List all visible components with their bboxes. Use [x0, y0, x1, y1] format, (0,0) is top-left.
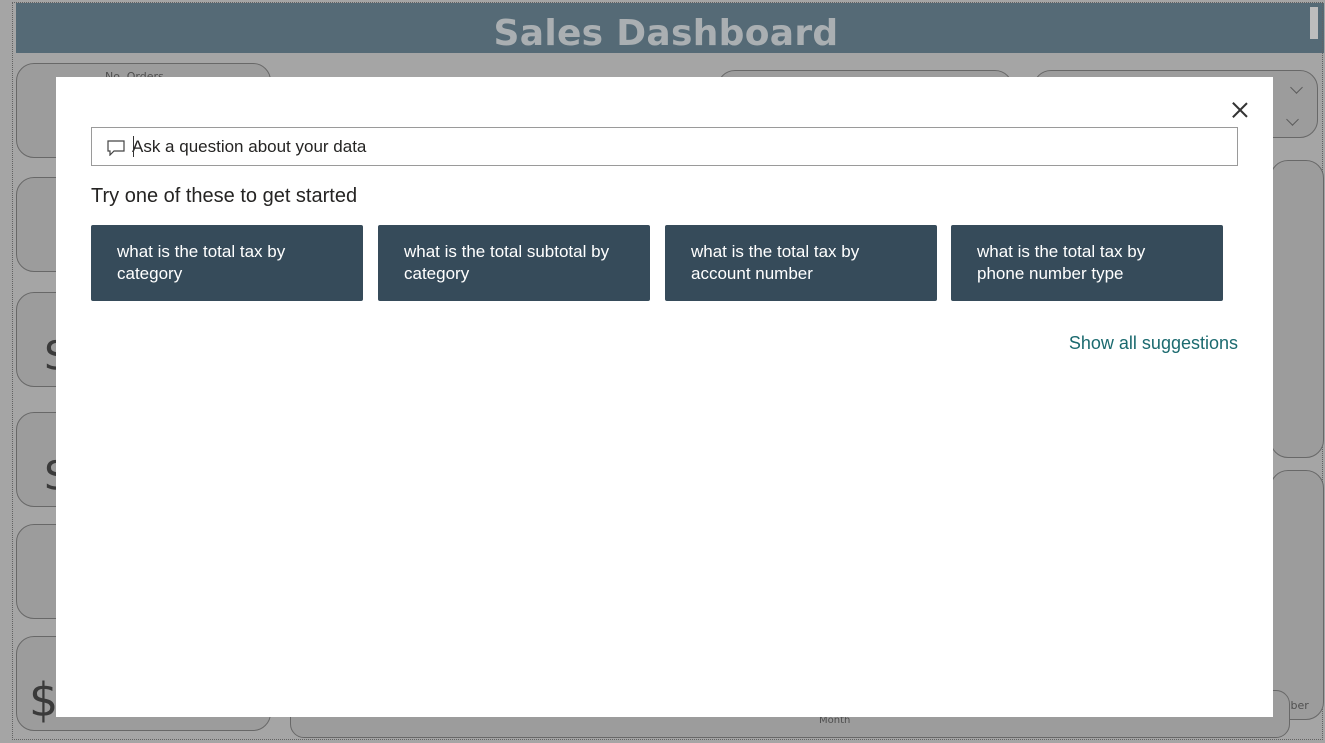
suggestion-button-3[interactable]: what is the total tax by account number	[665, 225, 937, 301]
qa-dialog: Try one of these to get started what is …	[56, 77, 1273, 717]
text-caret	[133, 136, 134, 157]
qa-prompt: Try one of these to get started	[91, 185, 358, 207]
chat-bubble-icon	[107, 140, 125, 156]
suggestion-button-2[interactable]: what is the total subtotal by category	[378, 225, 650, 301]
suggestion-button-4[interactable]: what is the total tax by phone number ty…	[951, 225, 1223, 301]
qa-question-input[interactable]	[132, 128, 1222, 165]
close-icon[interactable]	[1229, 99, 1251, 121]
show-all-suggestions-link[interactable]: Show all suggestions	[1069, 333, 1238, 354]
qa-input-box[interactable]	[91, 127, 1238, 166]
suggestion-button-1[interactable]: what is the total tax by category	[91, 225, 363, 301]
